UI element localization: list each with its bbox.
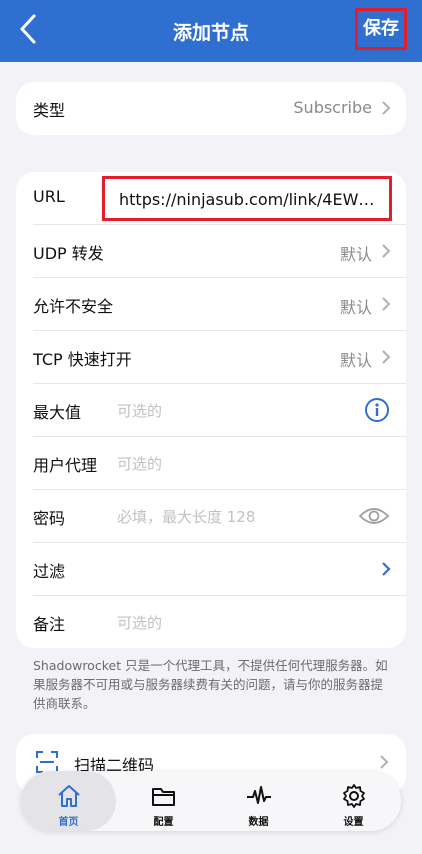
user-agent-input[interactable]: 可选的 bbox=[117, 453, 162, 474]
user-agent-label: 用户代理 bbox=[33, 456, 98, 475]
info-icon[interactable] bbox=[364, 397, 390, 423]
scan-icon bbox=[36, 751, 58, 773]
chevron-right-icon bbox=[382, 297, 391, 311]
form-card: URL https://ninjasub.com/link/4EWIxxxxxx… bbox=[16, 172, 406, 648]
save-button[interactable]: 保存 bbox=[355, 8, 407, 50]
type-label: 类型 bbox=[33, 101, 66, 120]
url-value: https://ninjasub.com/link/4EWIxxxxxxxx bbox=[119, 190, 379, 209]
home-icon bbox=[58, 785, 80, 807]
user-agent-row: 用户代理 可选的 bbox=[16, 437, 406, 490]
udp-value: 默认 bbox=[339, 245, 372, 264]
remark-label: 备注 bbox=[33, 615, 66, 634]
chevron-right-icon bbox=[382, 350, 391, 364]
chevron-right-icon bbox=[382, 244, 391, 258]
password-input[interactable]: 必填，最大长度 128 bbox=[117, 506, 255, 527]
tcp-fast-open-row[interactable]: TCP 快速打开 默认 bbox=[16, 331, 406, 384]
tab-home[interactable]: 首页 bbox=[21, 771, 116, 831]
insecure-label: 允许不安全 bbox=[33, 297, 114, 316]
remark-input[interactable]: 可选的 bbox=[117, 612, 162, 633]
max-value-row: 最大值 可选的 bbox=[16, 384, 406, 437]
tab-bar: 首页 配置 数据 设置 bbox=[21, 771, 401, 831]
type-value: Subscribe bbox=[293, 98, 372, 117]
chevron-right-icon bbox=[382, 562, 391, 576]
tab-settings-label: 设置 bbox=[343, 817, 364, 828]
url-field[interactable]: https://ninjasub.com/link/4EWIxxxxxxxx bbox=[102, 176, 392, 221]
tab-config-label: 配置 bbox=[153, 817, 174, 828]
max-value-label: 最大值 bbox=[33, 403, 82, 422]
filter-label: 过滤 bbox=[33, 562, 66, 581]
password-label: 密码 bbox=[33, 509, 66, 528]
password-row: 密码 必填，最大长度 128 bbox=[16, 490, 406, 543]
tcp-fast-open-value: 默认 bbox=[339, 351, 372, 370]
activity-icon bbox=[247, 786, 271, 804]
tab-data[interactable]: 数据 bbox=[211, 771, 306, 831]
type-row[interactable]: 类型 Subscribe bbox=[16, 82, 406, 135]
tab-config[interactable]: 配置 bbox=[116, 771, 211, 831]
max-value-input[interactable]: 可选的 bbox=[117, 400, 162, 421]
folder-icon bbox=[152, 788, 175, 806]
remark-row: 备注 可选的 bbox=[16, 596, 406, 649]
insecure-row[interactable]: 允许不安全 默认 bbox=[16, 278, 406, 331]
nav-bar: 添加节点 保存 bbox=[0, 0, 422, 62]
gear-icon bbox=[343, 784, 365, 808]
insecure-value: 默认 bbox=[339, 298, 372, 317]
udp-label: UDP 转发 bbox=[33, 244, 104, 263]
udp-row[interactable]: UDP 转发 默认 bbox=[16, 225, 406, 278]
tab-home-label: 首页 bbox=[58, 817, 79, 828]
chevron-right-icon bbox=[380, 755, 389, 769]
filter-row[interactable]: 过滤 bbox=[16, 543, 406, 596]
tab-data-label: 数据 bbox=[248, 817, 269, 828]
disclaimer-text: Shadowrocket 只是一个代理工具，不提供任何代理服务器。如果服务器不可… bbox=[33, 658, 388, 711]
chevron-right-icon bbox=[382, 101, 391, 115]
url-row: URL https://ninjasub.com/link/4EWIxxxxxx… bbox=[16, 172, 406, 225]
type-card: 类型 Subscribe bbox=[16, 82, 406, 135]
tcp-fast-open-label: TCP 快速打开 bbox=[33, 350, 132, 369]
tab-settings[interactable]: 设置 bbox=[306, 771, 401, 831]
eye-icon[interactable] bbox=[358, 505, 390, 527]
url-label: URL bbox=[33, 187, 65, 206]
